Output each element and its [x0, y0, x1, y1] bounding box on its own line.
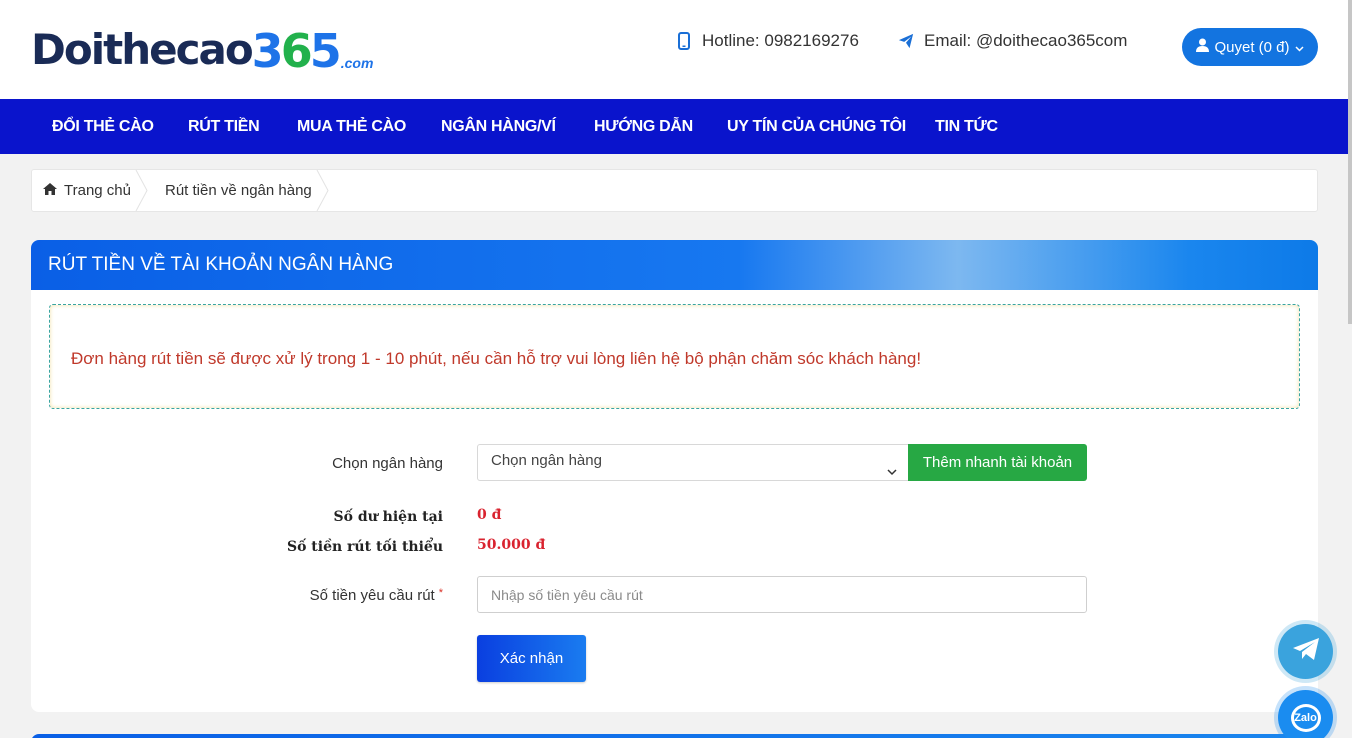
withdraw-panel: RÚT TIỀN VỀ TÀI KHOẢN NGÂN HÀNG Đơn hàng… [31, 240, 1318, 712]
nav-item-tin-tuc[interactable]: TIN TỨC [935, 99, 998, 154]
submit-button[interactable]: Xác nhận [477, 635, 586, 682]
balance-value: 0 đ [477, 507, 502, 523]
site-header: Doithecao 365 .com Hotline: 0982169276 E… [0, 0, 1352, 99]
zalo-button[interactable]: Zalo [1278, 690, 1333, 738]
paper-plane-icon [898, 31, 914, 51]
email-text: Email: @doithecao365com [924, 31, 1128, 50]
add-account-button[interactable]: Thêm nhanh tài khoản [908, 444, 1087, 481]
nav-item-huong-dan[interactable]: HƯỚNG DẪN [594, 99, 693, 154]
balance-label: Số dư hiện tại [333, 509, 443, 525]
chevron-down-icon [1294, 39, 1304, 56]
bank-select-value: Chọn ngân hàng [491, 452, 602, 469]
notice-text: Đơn hàng rút tiền sẽ được xử lý trong 1 … [71, 349, 922, 368]
main-nav: ĐỔI THẺ CÀO RÚT TIỀN MUA THẺ CÀO NGÂN HÀ… [0, 99, 1352, 154]
telegram-button[interactable] [1278, 624, 1333, 679]
user-account-button[interactable]: Quyet (0 đ) [1182, 28, 1318, 66]
breadcrumb-current-label: Rút tiền về ngân hàng [164, 182, 312, 199]
nav-item-doi-the-cao[interactable]: ĐỔI THẺ CÀO [52, 99, 154, 154]
breadcrumb-home-label: Trang chủ [64, 182, 131, 199]
user-label: Quyet (0 đ) [1214, 38, 1290, 56]
next-panel-header [31, 734, 1318, 738]
breadcrumb-current: Rút tiền về ngân hàng [151, 170, 332, 211]
logo-number: 365 [251, 24, 342, 78]
notice-box: Đơn hàng rút tiền sẽ được xử lý trong 1 … [49, 304, 1300, 409]
breadcrumb: Trang chủ Rút tiền về ngân hàng [31, 169, 1318, 212]
nav-item-uy-tin[interactable]: UY TÍN CỦA CHÚNG TÔI [727, 99, 906, 154]
nav-item-rut-tien[interactable]: RÚT TIỀN [188, 99, 260, 154]
logo-suffix: .com [340, 55, 374, 71]
user-icon [1196, 38, 1210, 56]
amount-input[interactable]: Nhập số tiền yêu cầu rút [477, 576, 1087, 613]
bank-select[interactable]: Chọn ngân hàng [477, 444, 909, 481]
phone-icon [676, 31, 692, 51]
nav-item-ngan-hang-vi[interactable]: NGÂN HÀNG/VÍ [441, 99, 556, 154]
zalo-icon: Zalo [1290, 703, 1321, 732]
bank-label: Chọn ngân hàng [332, 455, 443, 472]
nav-item-mua-the-cao[interactable]: MUA THẺ CÀO [297, 99, 406, 154]
hotline[interactable]: Hotline: 0982169276 [676, 31, 859, 51]
email[interactable]: Email: @doithecao365com [898, 31, 1127, 51]
page-scrollbar[interactable] [1348, 0, 1352, 324]
amount-label: Số tiền yêu cầu rút * [309, 587, 443, 604]
min-amount-label: Số tiền rút tối thiểu [286, 539, 443, 555]
site-logo[interactable]: Doithecao 365 .com [31, 17, 373, 81]
required-mark: * [438, 587, 443, 599]
breadcrumb-separator [135, 170, 148, 211]
hotline-text: Hotline: 0982169276 [702, 31, 859, 50]
breadcrumb-home[interactable]: Trang chủ [32, 170, 151, 211]
home-icon [42, 182, 58, 200]
panel-title: RÚT TIỀN VỀ TÀI KHOẢN NGÂN HÀNG [31, 240, 1318, 290]
breadcrumb-separator [316, 170, 329, 211]
logo-wordmark: Doithecao [31, 25, 254, 74]
chevron-down-icon [887, 456, 897, 487]
min-amount-value: 50.000 đ [477, 537, 546, 553]
telegram-icon [1291, 636, 1321, 667]
